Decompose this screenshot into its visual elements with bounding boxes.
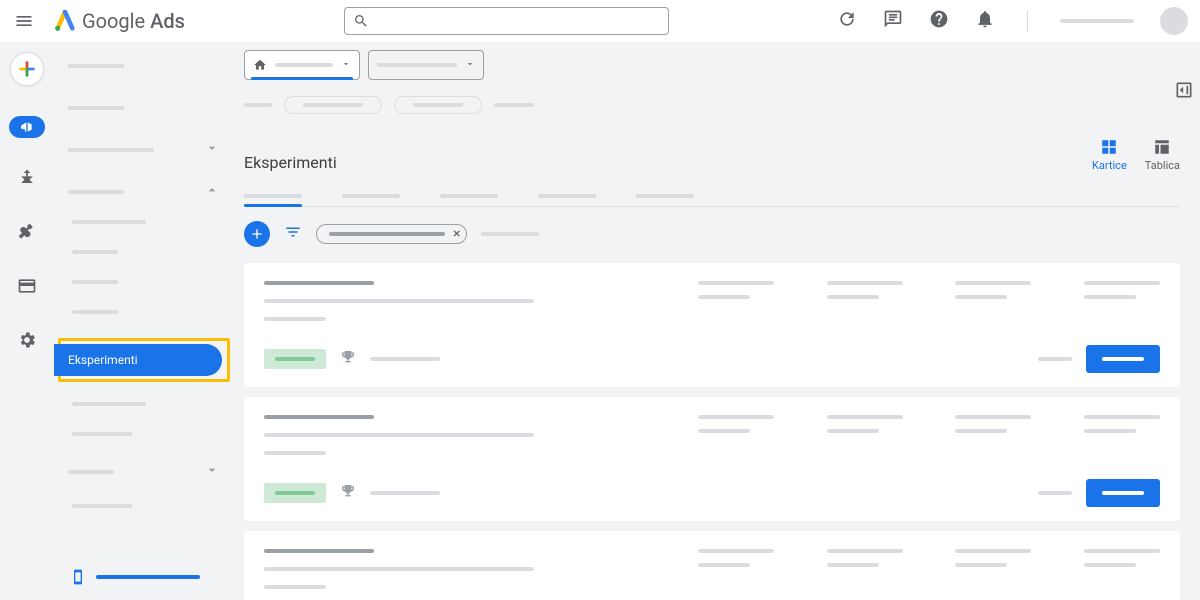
rail-goals-icon[interactable] <box>17 168 37 192</box>
crumb-chip[interactable] <box>394 96 482 114</box>
refresh-icon[interactable] <box>837 9 857 33</box>
view-switch: Kartice Tablica <box>1092 138 1180 172</box>
toolbar-placeholder <box>481 232 539 236</box>
nav-subitem[interactable] <box>54 242 234 262</box>
page-title: Eksperimenti <box>244 153 337 172</box>
primary-cta-button[interactable] <box>1086 345 1160 373</box>
divider <box>1027 10 1028 32</box>
rail-settings-icon[interactable] <box>17 330 37 354</box>
search-input[interactable] <box>344 7 669 35</box>
rail-billing-icon[interactable] <box>17 276 37 300</box>
table-icon <box>1153 138 1171 156</box>
nav-item-collapsible[interactable] <box>54 140 234 160</box>
card-note <box>370 357 440 361</box>
crumb[interactable] <box>494 103 534 107</box>
crumb[interactable] <box>244 103 272 107</box>
icon-rail <box>0 42 54 600</box>
rail-tools-icon[interactable] <box>17 222 37 246</box>
notifications-icon[interactable] <box>975 9 995 33</box>
subtab[interactable] <box>440 186 498 206</box>
metric <box>827 281 903 321</box>
subtab[interactable] <box>538 186 596 206</box>
metric <box>1084 281 1160 321</box>
status-badge <box>264 349 326 369</box>
product-logo: Google Ads <box>54 9 185 33</box>
view-cards[interactable]: Kartice <box>1092 138 1127 172</box>
nav-subitem[interactable] <box>54 424 234 444</box>
create-button[interactable] <box>10 52 44 86</box>
filter-chip[interactable]: × <box>316 224 467 244</box>
search-icon <box>353 13 369 29</box>
experiment-card <box>244 531 1180 600</box>
hamburger-icon[interactable] <box>12 9 36 33</box>
left-nav: Eksperimenti <box>54 42 234 600</box>
card-title[interactable] <box>264 281 374 285</box>
main-content: Eksperimenti Kartice Tablica <box>234 42 1200 600</box>
dropdown-caret-icon <box>341 58 351 73</box>
nav-subitem[interactable] <box>54 302 234 322</box>
dropdown-caret-icon <box>465 58 475 73</box>
card-meta <box>264 317 326 321</box>
nav-item-collapsible[interactable] <box>54 462 234 482</box>
logo-text: Google Ads <box>82 9 185 33</box>
nav-subitem[interactable] <box>54 496 234 516</box>
trophy-icon <box>340 483 356 503</box>
mobile-icon <box>70 569 86 585</box>
experiment-card <box>244 397 1180 521</box>
status-badge <box>264 483 326 503</box>
primary-cta-button[interactable] <box>1086 479 1160 507</box>
plus-icon <box>249 226 265 242</box>
metric <box>955 281 1031 321</box>
chevron-down-icon <box>204 462 220 482</box>
nav-item[interactable] <box>54 56 234 76</box>
app-header: Google Ads <box>0 0 1200 42</box>
view-table[interactable]: Tablica <box>1145 138 1180 172</box>
subtab[interactable] <box>244 186 302 206</box>
crumb-chip[interactable] <box>284 96 382 114</box>
account-placeholder <box>1060 19 1134 23</box>
scope-selectors <box>244 50 1180 80</box>
rail-campaigns[interactable] <box>9 116 45 138</box>
nav-item-expanded[interactable] <box>54 182 234 202</box>
experiment-card <box>244 263 1180 387</box>
avatar[interactable] <box>1160 7 1188 35</box>
nav-item-experiments[interactable]: Eksperimenti <box>54 344 222 376</box>
subtab[interactable] <box>342 186 400 206</box>
google-ads-logo-icon <box>54 10 76 32</box>
cards-icon <box>1100 138 1118 156</box>
account-selector[interactable] <box>244 50 360 80</box>
add-experiment-button[interactable] <box>244 221 270 247</box>
nav-subitem[interactable] <box>54 212 234 232</box>
nav-subitem[interactable] <box>54 394 234 414</box>
experiment-cards <box>244 263 1180 600</box>
filter-icon[interactable] <box>284 223 302 245</box>
chevron-up-icon <box>204 182 220 202</box>
chevron-down-icon <box>204 140 220 160</box>
chip-remove-icon[interactable]: × <box>453 226 460 242</box>
home-icon <box>253 58 267 72</box>
message-icon[interactable] <box>883 9 903 33</box>
subtabs <box>244 186 1180 207</box>
header-actions <box>837 7 1188 35</box>
trophy-icon <box>340 349 356 369</box>
nav-footer-link[interactable] <box>54 562 234 592</box>
nav-subitem[interactable] <box>54 272 234 292</box>
breadcrumb <box>244 96 1180 114</box>
subtab[interactable] <box>636 186 694 206</box>
help-icon[interactable] <box>929 9 949 33</box>
nav-item[interactable] <box>54 98 234 118</box>
search-container <box>344 7 669 35</box>
secondary-action[interactable] <box>1038 357 1072 361</box>
collapse-panel-icon[interactable] <box>1174 80 1194 104</box>
campaign-selector[interactable] <box>368 50 484 80</box>
toolbar: × <box>244 221 1180 247</box>
secondary-action[interactable] <box>1038 491 1072 495</box>
card-subtitle <box>264 299 534 303</box>
metric <box>698 281 774 321</box>
